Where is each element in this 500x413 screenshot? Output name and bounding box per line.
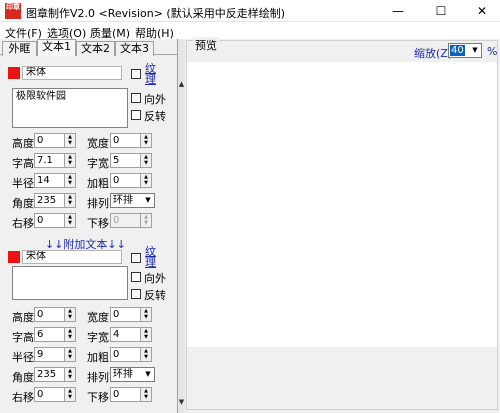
- extra-char-height-spinner[interactable]: 6 ▲ ▼: [34, 327, 76, 342]
- close-button[interactable]: ✕: [466, 0, 498, 22]
- title-bar: 印章 图章制作V2.0 <Revision> (默认采用中反走样绘制) — ☐ …: [0, 0, 500, 22]
- text1-char-height-spinner[interactable]: 7.1 ▲ ▼: [34, 153, 76, 168]
- text1-width-label: 宽度: [87, 137, 109, 150]
- text1-outward-checkbox[interactable]: [131, 93, 141, 103]
- text1-height-spinner[interactable]: 0 ▲ ▼: [34, 133, 76, 148]
- extra-bold-label: 加粗: [87, 351, 109, 364]
- tab-outer-frame[interactable]: 外眶: [2, 41, 37, 56]
- extra-outward-checkbox[interactable]: [131, 272, 141, 282]
- extra-shift-right-spinner[interactable]: 0 ▲ ▼: [34, 387, 76, 402]
- text1-shift-down-label: 下移: [87, 217, 109, 230]
- text1-texture-checkbox[interactable]: [131, 69, 141, 79]
- text1-height-label: 高度: [12, 137, 34, 150]
- extra-shift-down-spinner[interactable]: 0 ▲ ▼: [110, 387, 152, 402]
- extra-shift-down-label: 下移: [87, 391, 109, 404]
- extra-color-swatch[interactable]: [8, 251, 20, 263]
- text1-color-swatch[interactable]: [8, 67, 20, 79]
- extra-height-spinner[interactable]: 0 ▲ ▼: [34, 307, 76, 322]
- text1-shift-right-spinner[interactable]: 0 ▲ ▼: [34, 213, 76, 228]
- extra-width-label: 宽度: [87, 311, 109, 324]
- scroll-up-icon[interactable]: ▲: [178, 77, 185, 91]
- extra-char-width-label: 字宽: [87, 331, 109, 344]
- window-title: 图章制作V2.0 <Revision> (默认采用中反走样绘制): [26, 7, 285, 20]
- extra-radius-label: 半径: [12, 351, 34, 364]
- tab-text2[interactable]: 文本2: [76, 41, 115, 56]
- app-stamp-icon: 印章: [5, 3, 21, 19]
- text1-content-input[interactable]: 极限软件园: [12, 88, 128, 128]
- text1-char-width-spinner[interactable]: 5 ▲ ▼: [110, 153, 152, 168]
- extra-texture-link[interactable]: 纹理: [145, 246, 156, 268]
- extra-height-label: 高度: [12, 311, 34, 324]
- extra-font-field[interactable]: 宋体: [22, 250, 122, 264]
- text1-radius-label: 半径: [12, 177, 34, 190]
- text1-reverse-label: 反转: [144, 110, 166, 123]
- text1-angle-label: 角度: [12, 197, 34, 210]
- chevron-down-icon: ▼: [472, 46, 478, 54]
- preview-title: 预览: [193, 37, 219, 53]
- tab-text3[interactable]: 文本3: [115, 41, 154, 56]
- chevron-down-icon: ▼: [145, 370, 151, 378]
- extra-outward-label: 向外: [144, 272, 166, 285]
- chevron-down-icon: ▼: [145, 196, 151, 204]
- menu-bar: 文件(F) 选项(O) 质量(M) 帮助(H): [0, 22, 500, 40]
- tab-text1[interactable]: 文本1: [37, 39, 76, 56]
- extra-arrange-select[interactable]: 环排 ▼: [110, 367, 155, 382]
- extra-shift-right-label: 右移: [12, 391, 34, 404]
- text1-shift-down-spinner[interactable]: 0 ▲ ▼: [110, 213, 152, 228]
- zoom-label: 缩放(Z): [414, 47, 453, 60]
- extra-reverse-checkbox[interactable]: [131, 289, 141, 299]
- text1-texture-link[interactable]: 纹理: [145, 63, 156, 85]
- text1-char-height-label: 字高: [12, 157, 34, 170]
- extra-content-input[interactable]: [12, 266, 128, 300]
- text1-font-field[interactable]: 宋体: [22, 66, 122, 80]
- zoom-select[interactable]: 40 ▼: [448, 43, 482, 58]
- text1-reverse-checkbox[interactable]: [131, 110, 141, 120]
- zoom-unit: %: [487, 45, 498, 58]
- text1-radius-spinner[interactable]: 14 ▲ ▼: [34, 173, 76, 188]
- preview-canvas[interactable]: [187, 62, 497, 347]
- extra-width-spinner[interactable]: 0 ▲ ▼: [110, 307, 152, 322]
- minimize-button[interactable]: —: [382, 0, 414, 22]
- text1-char-width-label: 字宽: [87, 157, 109, 170]
- extra-angle-label: 角度: [12, 371, 34, 384]
- text1-width-spinner[interactable]: 0 ▲ ▼: [110, 133, 152, 148]
- text1-bold-spinner[interactable]: 0 ▲ ▼: [110, 173, 152, 188]
- text1-bold-label: 加粗: [87, 177, 109, 190]
- extra-char-width-spinner[interactable]: 4 ▲ ▼: [110, 327, 152, 342]
- text1-arrange-label: 排列: [87, 197, 109, 210]
- scroll-down-icon[interactable]: ▼: [178, 395, 185, 409]
- extra-bold-spinner[interactable]: 0 ▲ ▼: [110, 347, 152, 362]
- extra-reverse-label: 反转: [144, 289, 166, 302]
- panel-scrollbar[interactable]: ▲ ▼: [178, 39, 185, 413]
- text1-angle-spinner[interactable]: 235 ▲ ▼: [34, 193, 76, 208]
- settings-panel: 外眶 文本1 文本2 文本3 宋体 纹理 极限软件园 向外 反转 高度 0 ▲ ▼ …: [0, 39, 178, 413]
- text1-outward-label: 向外: [144, 93, 166, 106]
- extra-texture-checkbox[interactable]: [131, 253, 141, 263]
- extra-arrange-label: 排列: [87, 371, 109, 384]
- maximize-button[interactable]: ☐: [425, 0, 457, 22]
- text1-arrange-select[interactable]: 环排 ▼: [110, 193, 155, 208]
- extra-char-height-label: 字高: [12, 331, 34, 344]
- extra-angle-spinner[interactable]: 235 ▲ ▼: [34, 367, 76, 382]
- extra-radius-spinner[interactable]: 9 ▲ ▼: [34, 347, 76, 362]
- tab-strip: 外眶 文本1 文本2 文本3: [0, 39, 178, 56]
- text1-shift-right-label: 右移: [12, 217, 34, 230]
